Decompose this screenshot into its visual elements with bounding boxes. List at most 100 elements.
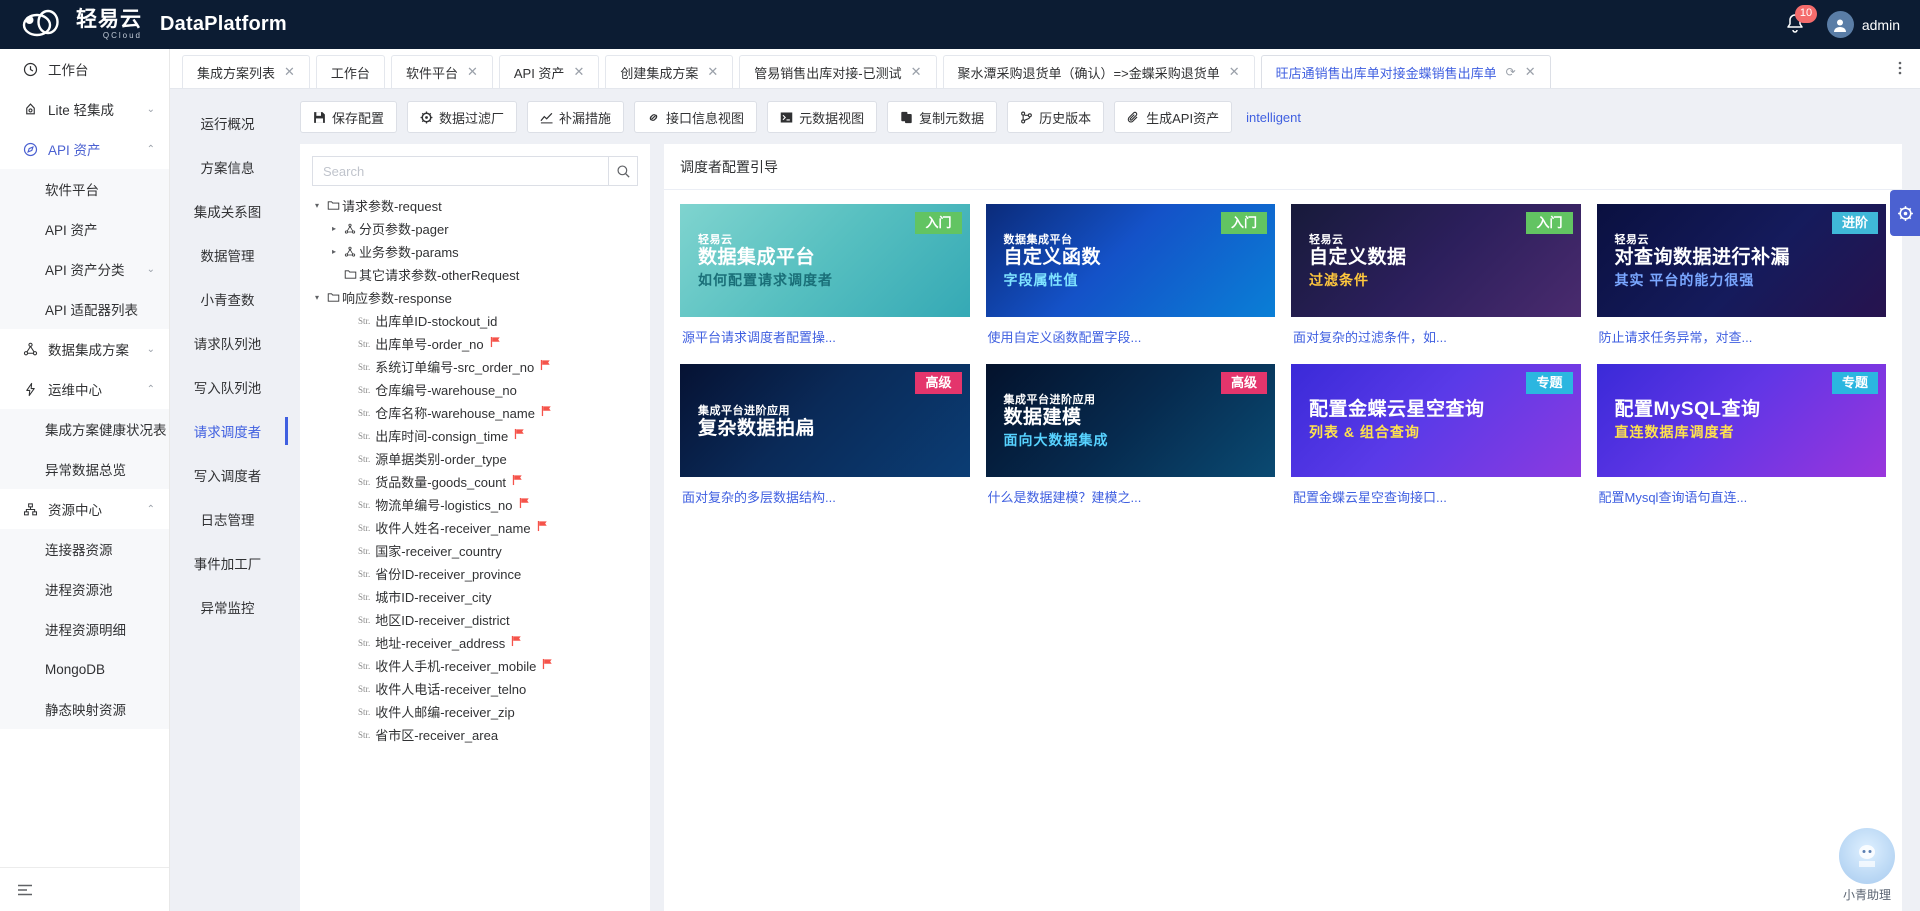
tree-node[interactable]: Str. 城市ID-receiver_city — [300, 585, 650, 608]
search-input-wrapper[interactable]: Search — [312, 156, 608, 186]
tree-node[interactable]: 其它请求参数-otherRequest — [300, 263, 650, 286]
history-version-button[interactable]: 历史版本 — [1007, 101, 1105, 133]
guide-card-caption[interactable]: 防止请求任务异常，对查... — [1597, 317, 1887, 350]
sidebar-item-process-detail[interactable]: 进程资源明细 — [0, 609, 169, 649]
close-icon[interactable]: ✕ — [707, 64, 718, 80]
save-config-button[interactable]: 保存配置 — [300, 101, 398, 133]
guide-card-caption[interactable]: 源平台请求调度者配置操... — [680, 317, 970, 350]
secondary-item-data-management[interactable]: 数据管理 — [170, 233, 285, 277]
secondary-item-write-scheduler[interactable]: 写入调度者 — [170, 453, 285, 497]
sidebar-item-api-adapter-list[interactable]: API 适配器列表 — [0, 289, 169, 329]
guide-card[interactable]: 入门 数据集成平台 自定义函数 字段属性值 使用自定义函数配置字段... — [985, 204, 1276, 350]
sidebar-item-mongodb[interactable]: MongoDB — [0, 649, 169, 689]
settings-rail-button[interactable] — [1890, 190, 1920, 236]
close-icon[interactable]: ✕ — [284, 64, 295, 80]
secondary-item-xiaoqing-query[interactable]: 小青查数 — [170, 277, 285, 321]
brand-logo[interactable]: 轻易云 QCloud DataPlatform — [0, 8, 287, 42]
tree-node[interactable]: Str. 省份ID-receiver_province — [300, 562, 650, 585]
tab-wangdiantong-sales-outbound[interactable]: 旺店通销售出库单对接金蝶销售出库单 ⟳ ✕ — [1260, 55, 1551, 88]
tree-node[interactable]: Str. 国家-receiver_country — [300, 539, 650, 562]
caret-right-icon[interactable]: ▸ — [327, 247, 341, 256]
guide-card-caption[interactable]: 使用自定义函数配置字段... — [986, 317, 1276, 350]
secondary-item-request-scheduler[interactable]: 请求调度者 — [170, 409, 288, 453]
tree-node[interactable]: Str. 地区ID-receiver_district — [300, 608, 650, 631]
guide-card-caption[interactable]: 配置金蝶云星空查询接口... — [1291, 477, 1581, 510]
close-icon[interactable]: ✕ — [467, 64, 478, 80]
secondary-item-run-overview[interactable]: 运行概况 — [170, 101, 285, 145]
tree-node[interactable]: ▾ 响应参数-response — [300, 286, 650, 309]
close-icon[interactable]: ✕ — [1229, 64, 1240, 80]
sidebar-collapse-button[interactable] — [0, 867, 169, 911]
sidebar-item-api-category[interactable]: API 资产分类 ⌄ — [0, 249, 169, 289]
search-button[interactable] — [608, 156, 638, 186]
tree-node[interactable]: Str. 出库单号-order_no — [300, 332, 650, 355]
user-menu[interactable]: admin — [1826, 11, 1900, 38]
guide-card-caption[interactable]: 面对复杂的过滤条件，如... — [1291, 317, 1581, 350]
tree-node[interactable]: Str. 收件人电话-receiver_telno — [300, 677, 650, 700]
sidebar-item-connector-resource[interactable]: 连接器资源 — [0, 529, 169, 569]
sidebar-item-ops-center[interactable]: 运维中心 ⌃ — [0, 369, 169, 409]
sidebar-item-software-platform[interactable]: 软件平台 — [0, 169, 169, 209]
caret-right-icon[interactable]: ▸ — [327, 224, 341, 233]
tree-node[interactable]: Str. 收件人邮编-receiver_zip — [300, 700, 650, 723]
tab-software-platform[interactable]: 软件平台 ✕ — [390, 55, 493, 88]
tab-workbench[interactable]: 工作台 — [315, 55, 385, 88]
sidebar-item-api-assets[interactable]: API 资产 ⌃ — [0, 129, 169, 169]
tree-node[interactable]: Str. 仓库名称-warehouse_name — [300, 401, 650, 424]
tree-node[interactable]: Str. 收件人手机-receiver_mobile — [300, 654, 650, 677]
sidebar-item-resource-center[interactable]: 资源中心 ⌃ — [0, 489, 169, 529]
assistant-widget[interactable]: 小青助理 — [1828, 828, 1906, 903]
guide-card-caption[interactable]: 面对复杂的多层数据结构... — [680, 477, 970, 510]
secondary-item-request-queue-pool[interactable]: 请求队列池 — [170, 321, 285, 365]
sidebar-item-data-integration[interactable]: 数据集成方案 ⌄ — [0, 329, 169, 369]
tab-api-assets[interactable]: API 资产 ✕ — [498, 55, 600, 88]
tree-node[interactable]: Str. 收件人姓名-receiver_name — [300, 516, 650, 539]
guide-card[interactable]: 进阶 轻易云 对查询数据进行补漏 其实 平台的能力很强 防止请求任务异常，对查... — [1596, 204, 1887, 350]
sidebar-item-lite[interactable]: Lite 轻集成 ⌄ — [0, 89, 169, 129]
guide-card-caption[interactable]: 配置Mysql查询语句直连... — [1597, 477, 1887, 510]
secondary-item-plan-info[interactable]: 方案信息 — [170, 145, 285, 189]
guide-card-caption[interactable]: 什么是数据建模？建模之... — [986, 477, 1276, 510]
sidebar-item-abnormal-overview[interactable]: 异常数据总览 — [0, 449, 169, 489]
tree-node[interactable]: Str. 地址-receiver_address — [300, 631, 650, 654]
secondary-item-exception-monitor[interactable]: 异常监控 — [170, 585, 285, 629]
copy-metadata-button[interactable]: 复制元数据 — [887, 101, 998, 133]
tab-jushuitan-purchase-return[interactable]: 聚水潭采购退货单（确认）=>金蝶采购退货单 ✕ — [942, 55, 1255, 88]
generate-api-asset-button[interactable]: 生成API资产 — [1114, 101, 1233, 133]
secondary-item-event-factory[interactable]: 事件加工厂 — [170, 541, 285, 585]
tree-node[interactable]: Str. 仓库编号-warehouse_no — [300, 378, 650, 401]
guide-card[interactable]: 专题 配置MySQL查询 直连数据库调度者 配置Mysql查询语句直连... — [1596, 364, 1887, 510]
tab-create-integration[interactable]: 创建集成方案 ✕ — [605, 55, 734, 88]
sidebar-item-health-table[interactable]: 集成方案健康状况表 — [0, 409, 169, 449]
search-input[interactable]: Search — [323, 164, 364, 179]
tree-node[interactable]: Str. 省市区-receiver_area — [300, 723, 650, 746]
sidebar-item-workbench[interactable]: 工作台 — [0, 49, 169, 89]
caret-down-icon[interactable]: ▾ — [310, 201, 324, 210]
data-filter-button[interactable]: 数据过滤厂 — [407, 101, 518, 133]
close-icon[interactable]: ✕ — [1525, 64, 1536, 80]
intelligent-link[interactable]: intelligent — [1246, 110, 1301, 125]
tree-node[interactable]: Str. 源单据类别-order_type — [300, 447, 650, 470]
refresh-icon[interactable]: ⟳ — [1506, 65, 1516, 79]
caret-down-icon[interactable]: ▾ — [310, 293, 324, 302]
guide-card[interactable]: 高级 集成平台进阶应用 数据建模 面向大数据集成 什么是数据建模？建模之... — [985, 364, 1276, 510]
tree-node[interactable]: Str. 系统订单编号-src_order_no — [300, 355, 650, 378]
guide-card[interactable]: 入门 轻易云 数据集成平台 如何配置请求调度者 源平台请求调度者配置操... — [680, 204, 970, 350]
tree-node[interactable]: Str. 物流单编号-logistics_no — [300, 493, 650, 516]
secondary-item-log-management[interactable]: 日志管理 — [170, 497, 285, 541]
metadata-view-button[interactable]: 元数据视图 — [767, 101, 878, 133]
close-icon[interactable]: ✕ — [573, 64, 584, 80]
patch-measure-button[interactable]: 补漏措施 — [527, 101, 625, 133]
guide-card[interactable]: 专题 配置金蝶云星空查询 列表 & 组合查询 配置金蝶云星空查询接口... — [1291, 364, 1581, 510]
tree-node[interactable]: ▾ 请求参数-request — [300, 194, 650, 217]
tree-node[interactable]: Str. 货品数量-goods_count — [300, 470, 650, 493]
parameter-tree[interactable]: ▾ 请求参数-request ▸ 分页参数-pager ▸ 业务参数-params 其它请求… — [300, 194, 650, 911]
guide-card[interactable]: 高级 集成平台进阶应用 复杂数据拍扁 面对复杂的多层数据结构... — [680, 364, 970, 510]
tree-node[interactable]: ▸ 业务参数-params — [300, 240, 650, 263]
tree-node[interactable]: ▸ 分页参数-pager — [300, 217, 650, 240]
sidebar-scroll[interactable]: 工作台 Lite 轻集成 ⌄ API 资产 ⌃ 软件平台 API 资产 API … — [0, 49, 169, 862]
interface-info-view-button[interactable]: 接口信息视图 — [634, 101, 758, 133]
tab-integration-list[interactable]: 集成方案列表 ✕ — [182, 55, 310, 88]
sidebar-item-process-pool[interactable]: 进程资源池 — [0, 569, 169, 609]
notification-button[interactable]: 10 — [1785, 4, 1818, 37]
